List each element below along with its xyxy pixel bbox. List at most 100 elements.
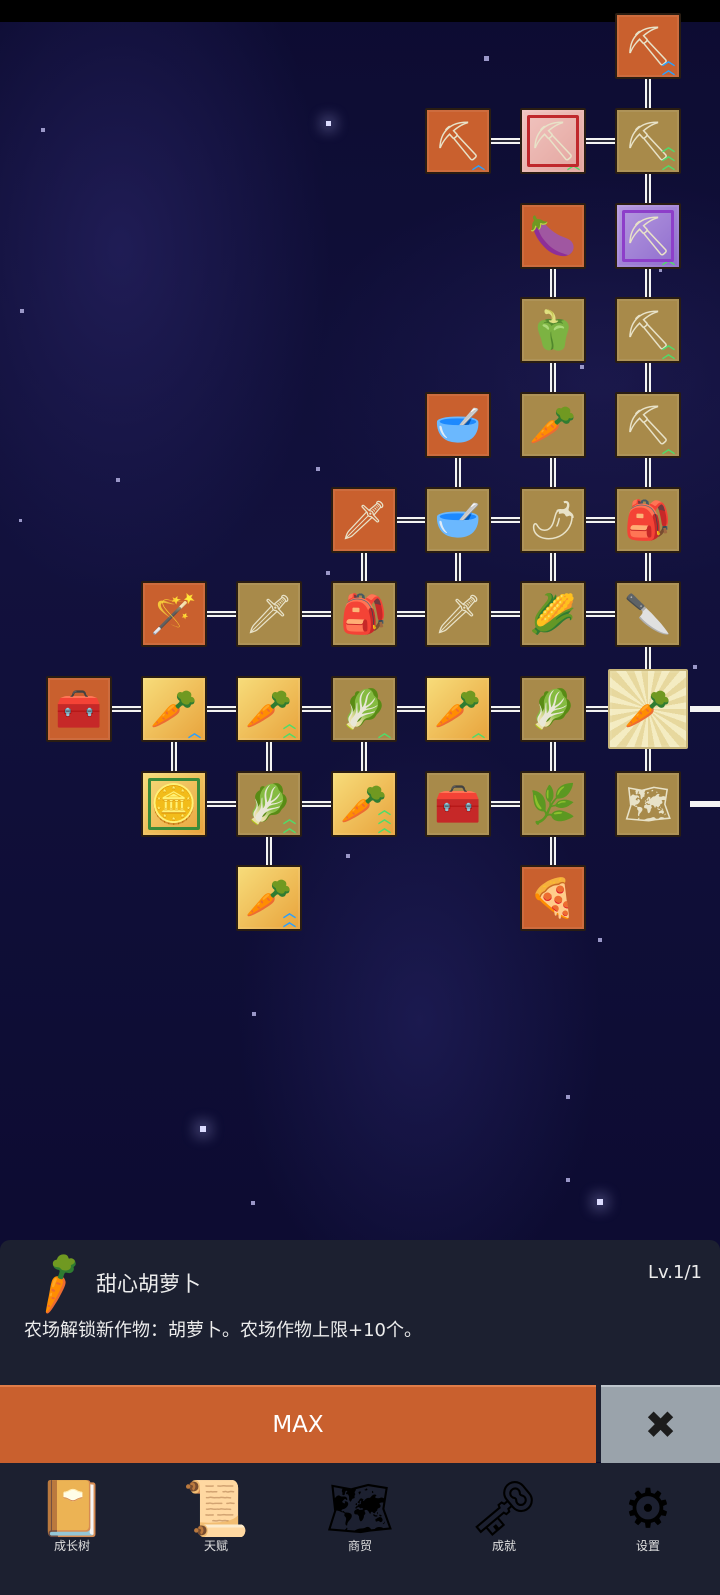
sword-icon: 🗡 [244, 592, 294, 636]
skill-node-carrot[interactable]: 🥕 ︿ [425, 676, 491, 742]
coin-icon: 🪙 [150, 782, 198, 826]
tab-label: 商贸 [347, 1539, 372, 1553]
pizza-icon: 🍕 [529, 876, 577, 920]
bowl-icon: 🥣 [434, 498, 482, 542]
skill-node-pizza[interactable]: 🍕 [520, 865, 586, 931]
carrot-icon: 🥕 [434, 687, 482, 731]
chest-icon: 🧰 [434, 782, 482, 826]
upgrade-chevron-icon: ︿ ︿ [282, 716, 296, 741]
skill-description: 农场解锁新作物：胡萝卜。农场作物上限+10个。 [24, 1320, 422, 1341]
tab-growth-tree[interactable]: 📔 成长树 [0, 1463, 144, 1595]
skill-node-cabbage[interactable]: 🥬 ︿ [331, 676, 397, 742]
shovel-icon: ⛏ [528, 119, 578, 163]
tab-label: 天赋 [203, 1539, 228, 1553]
skill-title: 甜心胡萝卜 [96, 1272, 201, 1296]
skill-node-map[interactable]: 🗺 [615, 771, 681, 837]
skill-node-shovel[interactable]: ⛏ ︿ [425, 108, 491, 174]
tab-label: 成长树 [53, 1539, 90, 1553]
max-button[interactable]: MAX [0, 1385, 596, 1463]
skill-node-chest[interactable]: 🧰 [425, 771, 491, 837]
close-button[interactable]: ✖ [601, 1385, 720, 1463]
skill-node-shovel[interactable]: ⛏ ︿ ︿ [615, 13, 681, 79]
skill-node-bowl[interactable]: 🥣 [425, 487, 491, 553]
upgrade-chevron-icon: ︿ [661, 252, 675, 268]
map-icon: 🗺 [325, 1477, 395, 1540]
upgrade-chevron-icon: ︿ ︿ ︿ [377, 802, 391, 836]
backpack-icon: 🎒 [340, 592, 388, 636]
skill-node-sword[interactable]: 🗡 [236, 581, 302, 647]
skill-node-backpack[interactable]: 🎒 [331, 581, 397, 647]
skill-node-carrot[interactable]: 🥕 [608, 669, 688, 749]
close-icon: ✖ [644, 1403, 677, 1447]
upgrade-chevron-icon: ︿ ︿ [282, 905, 296, 930]
wand-icon: 🪄 [150, 592, 198, 636]
upgrade-chevron-icon: ︿ ︿ [661, 53, 675, 78]
skill-node-sword[interactable]: 🗡 [425, 581, 491, 647]
upgrade-chevron-icon: ︿ ︿ ︿ [661, 139, 675, 173]
skill-node-carrot[interactable]: 🥕 ︿ [141, 676, 207, 742]
skill-node-carrot[interactable]: 🥕 ︿ ︿ ︿ [331, 771, 397, 837]
skill-node-eggplant[interactable]: 🍆 [520, 203, 586, 269]
key-icon: 🗝 [469, 1477, 539, 1540]
skill-node-dagger[interactable]: 🔪 [615, 581, 681, 647]
skill-node-pepper[interactable]: 🫑 [520, 297, 586, 363]
sword-icon: 🗡 [339, 498, 389, 542]
upgrade-chevron-icon: ︿ [471, 725, 485, 741]
sword-icon: 🗡 [433, 592, 483, 636]
skill-node-bowl[interactable]: 🥣 [425, 392, 491, 458]
shovel-icon: ⛏ [433, 119, 483, 163]
tab-achievements[interactable]: 🗝 成就 [432, 1463, 576, 1595]
skill-node-sword[interactable]: 🗡 [331, 487, 397, 553]
upgrade-chevron-icon: ︿ ︿ [661, 337, 675, 362]
skill-node-carrot[interactable]: 🥕 ︿ ︿ [236, 865, 302, 931]
skill-node-shovel[interactable]: ⛏ ︿ [615, 203, 681, 269]
map-icon: 🗺 [623, 782, 673, 826]
skill-node-cabbage[interactable]: 🥬 [520, 676, 586, 742]
carrot-icon: 🥕 [19, 1244, 97, 1320]
skill-node-leek[interactable]: 🌿 [520, 771, 586, 837]
carrot-icon: 🥕 [624, 687, 672, 731]
skill-node-backpack[interactable]: 🎒 [615, 487, 681, 553]
skill-node-shovel[interactable]: ⛏ ︿ ︿ [615, 297, 681, 363]
skill-level: Lv.1/1 [648, 1262, 702, 1283]
skill-node-cabbage[interactable]: 🥬 ︿ ︿ [236, 771, 302, 837]
chili-icon: 🌶 [528, 498, 578, 542]
skill-node-coin[interactable]: 🪙 [141, 771, 207, 837]
skill-node-chest[interactable]: 🧰 [46, 676, 112, 742]
eggplant-icon: 🍆 [529, 214, 577, 258]
shovel-icon: ⛏ [623, 214, 673, 258]
bottom-nav: 📔 成长树 📜 天赋 🗺 商贸 🗝 成就 ⚙ 设置 [0, 1463, 720, 1595]
backpack-icon: 🎒 [624, 498, 672, 542]
leek-icon: 🌿 [529, 782, 577, 826]
dagger-icon: 🔪 [624, 592, 672, 636]
upgrade-chevron-icon: ︿ [661, 441, 675, 457]
upgrade-chevron-icon: ︿ [471, 157, 485, 173]
chest-icon: 🧰 [55, 687, 103, 731]
tab-trade[interactable]: 🗺 商贸 [288, 1463, 432, 1595]
skill-node-shovel[interactable]: ⛏ ︿ [520, 108, 586, 174]
radish-icon: 🥕 [529, 403, 577, 447]
tab-talent[interactable]: 📜 天赋 [144, 1463, 288, 1595]
upgrade-chevron-icon: ︿ [566, 157, 580, 173]
scroll-icon: 📜 [182, 1477, 250, 1540]
skill-node-carrot[interactable]: 🥕 ︿ ︿ [236, 676, 302, 742]
cabbage-icon: 🥬 [340, 687, 388, 731]
tab-label: 设置 [635, 1539, 660, 1553]
tab-settings[interactable]: ⚙ 设置 [576, 1463, 720, 1595]
skill-node-corn[interactable]: 🌽 [520, 581, 586, 647]
pepper-icon: 🫑 [529, 308, 577, 352]
skill-node-radish[interactable]: 🥕 [520, 392, 586, 458]
carrot-icon: 🥕 [150, 687, 198, 731]
skill-node-wand[interactable]: 🪄 [141, 581, 207, 647]
upgrade-chevron-icon: ︿ [377, 725, 391, 741]
skill-node-chili[interactable]: 🌶 [520, 487, 586, 553]
corn-icon: 🌽 [529, 592, 577, 636]
upgrade-chevron-icon: ︿ ︿ [282, 811, 296, 836]
upgrade-chevron-icon: ︿ [187, 725, 201, 741]
gear-icon: ⚙ [623, 1477, 673, 1540]
skill-node-shovel[interactable]: ⛏ ︿ [615, 392, 681, 458]
cabbage-icon: 🥬 [529, 687, 577, 731]
bowl-icon: 🥣 [434, 403, 482, 447]
skill-node-shovel[interactable]: ⛏ ︿ ︿ ︿ [615, 108, 681, 174]
shovel-icon: ⛏ [623, 403, 673, 447]
